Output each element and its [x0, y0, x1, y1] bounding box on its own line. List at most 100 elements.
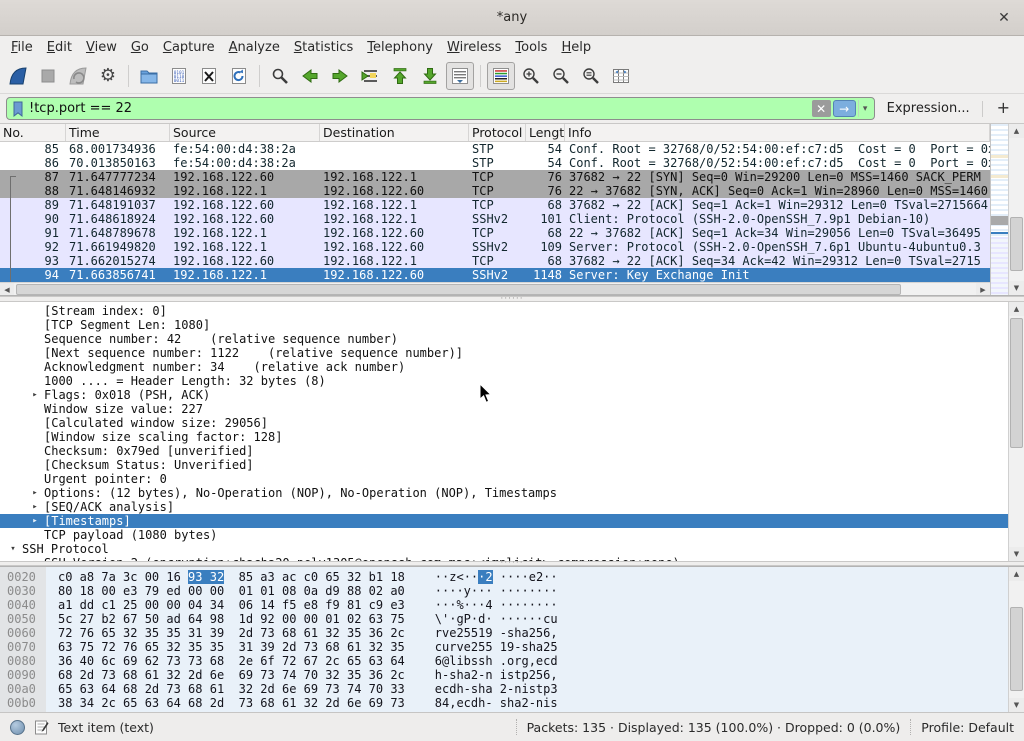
- zoom-out-button[interactable]: [547, 62, 575, 90]
- detail-line[interactable]: Urgent pointer: 0: [0, 472, 1008, 486]
- menu-file[interactable]: File: [4, 38, 40, 57]
- add-filter-button[interactable]: +: [991, 98, 1016, 119]
- close-file-button[interactable]: [195, 62, 223, 90]
- vscroll-down-arrow[interactable]: ▼: [1009, 281, 1024, 295]
- go-last-packet-button[interactable]: [416, 62, 444, 90]
- detail-line[interactable]: Window size value: 227: [0, 402, 1008, 416]
- hex-row-0030[interactable]: 003080 18 00 e3 79 ed 00 00 01 01 08 0a …: [0, 584, 1008, 598]
- packet-row-88[interactable]: 8871.648146932192.168.122.1192.168.122.6…: [0, 184, 990, 198]
- hex-scroll-up-arrow[interactable]: ▲: [1009, 567, 1024, 581]
- hex-scroll-down-arrow[interactable]: ▼: [1009, 698, 1024, 712]
- open-file-button[interactable]: [135, 62, 163, 90]
- hex-scroll-thumb[interactable]: [1010, 607, 1023, 691]
- menu-help[interactable]: Help: [554, 38, 598, 57]
- hex-row-0090[interactable]: 009068 2d 73 68 61 32 2d 6e 69 73 74 70 …: [0, 668, 1008, 682]
- vscroll-thumb[interactable]: [1010, 217, 1023, 271]
- reload-file-button[interactable]: [225, 62, 253, 90]
- packet-row-86[interactable]: 8670.013850163fe:54:00:d4:38:2aSTP54Conf…: [0, 156, 990, 170]
- save-file-button[interactable]: 010101100011: [165, 62, 193, 90]
- packet-row-87[interactable]: 8771.647777234192.168.122.60192.168.122.…: [0, 170, 990, 184]
- hex-row-00a0[interactable]: 00a065 63 64 68 2d 73 68 61 32 2d 6e 69 …: [0, 682, 1008, 696]
- details-vscrollbar[interactable]: ▲ ▼: [1008, 302, 1024, 561]
- details-scroll-down-arrow[interactable]: ▼: [1009, 547, 1024, 561]
- expert-info-icon[interactable]: [10, 720, 25, 735]
- hex-row-0060[interactable]: 006072 76 65 32 35 35 31 39 2d 73 68 61 …: [0, 626, 1008, 640]
- restart-capture-button[interactable]: [64, 62, 92, 90]
- packet-row-92[interactable]: 9271.661949820192.168.122.1192.168.122.6…: [0, 240, 990, 254]
- detail-line[interactable]: [Calculated window size: 29056]: [0, 416, 1008, 430]
- detail-line[interactable]: ▾SSH Protocol: [0, 542, 1008, 556]
- expander-open-icon[interactable]: ▾: [4, 542, 22, 556]
- packet-row-89[interactable]: 8971.648191037192.168.122.60192.168.122.…: [0, 198, 990, 212]
- filter-dropdown-caret[interactable]: ▾: [858, 100, 872, 117]
- close-window-button[interactable]: ✕: [995, 9, 1013, 27]
- detail-line[interactable]: Acknowledgment number: 34 (relative ack …: [0, 360, 1008, 374]
- detail-line[interactable]: [TCP Segment Len: 1080]: [0, 318, 1008, 332]
- details-scroll-up-arrow[interactable]: ▲: [1009, 302, 1024, 316]
- packet-row-90[interactable]: 9071.648618924192.168.122.60192.168.122.…: [0, 212, 990, 226]
- hex-row-0040[interactable]: 0040a1 dd c1 25 00 00 04 34 06 14 f5 e8 …: [0, 598, 1008, 612]
- column-header-length[interactable]: Length: [526, 124, 565, 141]
- hex-row-00b0[interactable]: 00b038 34 2c 65 63 64 68 2d 73 68 61 32 …: [0, 696, 1008, 710]
- expander-closed-icon[interactable]: ▸: [26, 486, 44, 500]
- packet-row-93[interactable]: 9371.662015274192.168.122.60192.168.122.…: [0, 254, 990, 268]
- column-header-info[interactable]: Info: [565, 124, 990, 141]
- hex-row-0050[interactable]: 00505c 27 b2 67 50 ad 64 98 1d 92 00 00 …: [0, 612, 1008, 626]
- menu-go[interactable]: Go: [124, 38, 156, 57]
- go-back-button[interactable]: [296, 62, 324, 90]
- bookmark-icon[interactable]: [11, 100, 25, 118]
- detail-line[interactable]: [Checksum Status: Unverified]: [0, 458, 1008, 472]
- detail-line[interactable]: TCP payload (1080 bytes): [0, 528, 1008, 542]
- capture-options-button[interactable]: ⚙: [94, 62, 122, 90]
- packet-row-85[interactable]: 8568.001734936fe:54:00:d4:38:2aSTP54Conf…: [0, 142, 990, 156]
- resize-columns-button[interactable]: [607, 62, 635, 90]
- column-header-no[interactable]: No.: [0, 124, 66, 141]
- packet-list-vscrollbar[interactable]: ▲ ▼: [1008, 124, 1024, 295]
- auto-scroll-button[interactable]: [446, 62, 474, 90]
- menu-view[interactable]: View: [79, 38, 124, 57]
- detail-line[interactable]: [Window size scaling factor: 128]: [0, 430, 1008, 444]
- detail-line[interactable]: Sequence number: 42 (relative sequence n…: [0, 332, 1008, 346]
- column-header-destination[interactable]: Destination: [320, 124, 469, 141]
- detail-line[interactable]: ▸Flags: 0x018 (PSH, ACK): [0, 388, 1008, 402]
- detail-line[interactable]: [Next sequence number: 1122 (relative se…: [0, 346, 1008, 360]
- expression-button[interactable]: Expression...: [883, 101, 974, 116]
- detail-line[interactable]: Checksum: 0x79ed [unverified]: [0, 444, 1008, 458]
- menu-tools[interactable]: Tools: [508, 38, 554, 57]
- zoom-reset-button[interactable]: [577, 62, 605, 90]
- column-header-source[interactable]: Source: [170, 124, 320, 141]
- hscroll-thumb[interactable]: [16, 284, 901, 295]
- filter-apply-button[interactable]: →: [833, 100, 856, 117]
- hex-row-0020[interactable]: 0020c0 a8 7a 3c 00 16 93 32 85 a3 ac c0 …: [0, 570, 1008, 584]
- details-scroll-thumb[interactable]: [1010, 318, 1023, 447]
- profile-status[interactable]: Profile: Default: [921, 720, 1014, 735]
- go-forward-button[interactable]: [326, 62, 354, 90]
- filter-clear-button[interactable]: ✕: [812, 100, 831, 117]
- vscroll-up-arrow[interactable]: ▲: [1009, 124, 1024, 138]
- menu-wireless[interactable]: Wireless: [440, 38, 508, 57]
- hex-row-0070[interactable]: 007063 75 72 76 65 32 35 35 31 39 2d 73 …: [0, 640, 1008, 654]
- hex-row-0080[interactable]: 008036 40 6c 69 62 73 73 68 2e 6f 72 67 …: [0, 654, 1008, 668]
- column-header-protocol[interactable]: Protocol: [469, 124, 526, 141]
- packet-row-94[interactable]: 9471.663856741192.168.122.1192.168.122.6…: [0, 268, 990, 282]
- stop-capture-button[interactable]: [34, 62, 62, 90]
- menu-analyze[interactable]: Analyze: [222, 38, 287, 57]
- detail-line[interactable]: ▸[Timestamps]: [0, 514, 1008, 528]
- go-first-packet-button[interactable]: [386, 62, 414, 90]
- find-packet-button[interactable]: [266, 62, 294, 90]
- column-header-time[interactable]: Time: [66, 124, 170, 141]
- hscroll-right-arrow[interactable]: ▶: [976, 283, 990, 295]
- colorize-packets-button[interactable]: [487, 62, 515, 90]
- menu-telephony[interactable]: Telephony: [360, 38, 440, 57]
- zoom-in-button[interactable]: [517, 62, 545, 90]
- expander-closed-icon[interactable]: ▸: [26, 500, 44, 514]
- expander-closed-icon[interactable]: ▸: [26, 388, 44, 402]
- display-filter-input[interactable]: [25, 101, 812, 116]
- detail-line[interactable]: ▸[SEQ/ACK analysis]: [0, 500, 1008, 514]
- capture-comment-icon[interactable]: [34, 719, 49, 736]
- menu-edit[interactable]: Edit: [40, 38, 79, 57]
- detail-line[interactable]: [Stream index: 0]: [0, 304, 1008, 318]
- detail-line[interactable]: ▸Options: (12 bytes), No-Operation (NOP)…: [0, 486, 1008, 500]
- start-capture-button[interactable]: [4, 62, 32, 90]
- packet-row-91[interactable]: 9171.648789678192.168.122.1192.168.122.6…: [0, 226, 990, 240]
